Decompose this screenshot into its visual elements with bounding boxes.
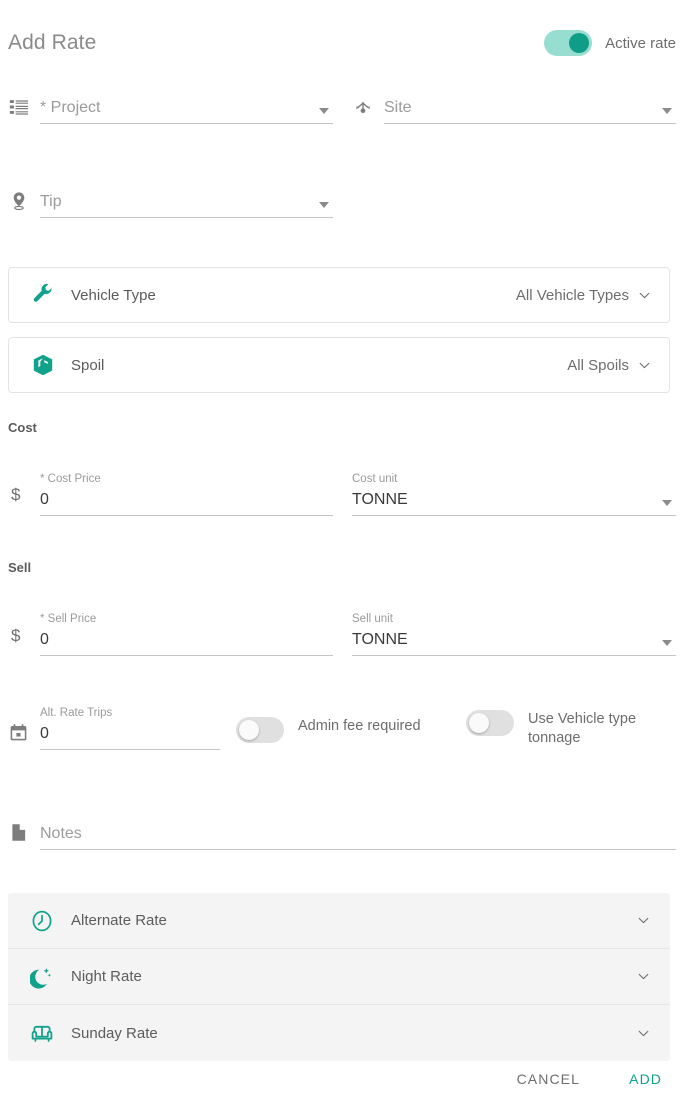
moon-star-icon [29, 965, 54, 989]
alt-rate-trips-input[interactable]: 0 [40, 722, 220, 746]
vehicle-type-value: All Vehicle Types [515, 286, 629, 304]
notes-field[interactable]: Notes [8, 810, 676, 850]
map-pin-icon [8, 190, 30, 212]
notes-label [40, 806, 676, 820]
accordion-night-rate[interactable]: Night Rate [8, 949, 670, 1005]
notes-input[interactable]: Notes [40, 822, 676, 846]
vehicle-type-label: Vehicle Type [71, 286, 156, 304]
sell-section-heading: Sell [8, 560, 32, 575]
add-button[interactable]: ADD [621, 1065, 670, 1093]
active-rate-toggle-group[interactable]: Active rate [544, 30, 676, 56]
notes-input-box[interactable]: Notes [40, 806, 676, 850]
project-label [40, 80, 333, 94]
site-network-icon [352, 96, 374, 118]
chevron-down-icon[interactable] [637, 970, 650, 983]
chevron-down-icon[interactable] [662, 500, 672, 506]
spoil-value: All Spoils [567, 356, 629, 374]
admin-fee-toggle-group[interactable]: Admin fee required [236, 717, 421, 743]
chevron-down-icon[interactable] [638, 289, 651, 302]
cost-unit-field[interactable]: Cost unit TONNE [320, 466, 676, 516]
wrench-icon [31, 283, 55, 307]
alt-rate-trips-input-box[interactable]: Alt. Rate Trips 0 [40, 706, 220, 750]
spoil-selector[interactable]: Spoil All Spoils [8, 337, 670, 393]
site-underline [384, 123, 676, 124]
spoil-label: Spoil [71, 356, 105, 374]
chevron-down-icon[interactable] [319, 108, 329, 114]
dialog-footer: CANCEL ADD [0, 1054, 684, 1106]
document-icon [8, 822, 30, 844]
sell-unit-field[interactable]: Sell unit TONNE [320, 606, 676, 656]
alt-rate-trips-underline [40, 749, 220, 750]
add-rate-dialog: Add Rate Active rate * Project Site Tip … [0, 0, 684, 1106]
toggle-knob [569, 33, 590, 53]
accordion-label: Alternate Rate [71, 912, 167, 929]
cost-unit-underline [352, 515, 676, 516]
accordion-label: Sunday Rate [71, 1024, 158, 1042]
project-input-box[interactable]: * Project [40, 80, 333, 124]
tip-input-box[interactable]: Tip [40, 174, 333, 218]
project-underline [40, 123, 333, 124]
project-input[interactable]: * Project [40, 96, 333, 120]
cost-unit-value[interactable]: TONNE [352, 488, 676, 512]
accordion-sunday-rate[interactable]: Sunday Rate [8, 1005, 670, 1061]
chevron-down-icon[interactable] [662, 108, 672, 114]
tip-underline [40, 217, 333, 218]
chevron-down-icon[interactable] [638, 359, 651, 372]
cube-icon [31, 353, 55, 377]
sell-price-field[interactable]: * Sell Price 0 [8, 606, 333, 656]
sell-unit-label: Sell unit [352, 613, 393, 625]
cost-price-input[interactable]: 0 [40, 488, 333, 512]
chevron-down-icon[interactable] [637, 914, 650, 927]
chevron-down-icon[interactable] [662, 640, 672, 646]
cost-section-heading: Cost [8, 420, 37, 435]
rate-accordion-list: Alternate Rate Night Rate Sunday Rate [8, 893, 670, 1061]
cost-price-field[interactable]: * Cost Price 0 [8, 466, 333, 516]
admin-fee-label: Admin fee required [298, 718, 421, 734]
chevron-down-icon[interactable] [319, 202, 329, 208]
sell-unit-underline [352, 655, 676, 656]
chevron-down-icon[interactable] [637, 1027, 650, 1040]
site-label [384, 80, 676, 94]
sell-unit-input-box[interactable]: Sell unit TONNE [352, 612, 676, 656]
sofa-icon [30, 1021, 54, 1045]
site-input[interactable]: Site [384, 96, 676, 120]
list-icon [8, 96, 30, 118]
vehicle-tonnage-toggle-group[interactable]: Use Vehicle type tonnage [466, 710, 658, 748]
cost-price-label: * Cost Price [40, 473, 101, 485]
active-rate-label: Active rate [605, 34, 676, 52]
active-rate-toggle[interactable] [544, 30, 593, 56]
clock-icon [30, 909, 54, 933]
cancel-button[interactable]: CANCEL [509, 1065, 588, 1093]
project-field[interactable]: * Project [8, 88, 333, 124]
sell-unit-value[interactable]: TONNE [352, 628, 676, 652]
notes-underline [40, 849, 676, 850]
accordion-label: Night Rate [71, 968, 142, 985]
tip-label [40, 174, 333, 188]
vehicle-tonnage-toggle[interactable] [466, 710, 514, 736]
alt-rate-trips-label: Alt. Rate Trips [40, 707, 113, 719]
tip-field[interactable]: Tip [8, 182, 333, 218]
sell-price-input[interactable]: 0 [40, 628, 333, 652]
dialog-header: Add Rate Active rate [0, 0, 684, 84]
vehicle-type-selector[interactable]: Vehicle Type All Vehicle Types [8, 267, 670, 323]
alt-rate-trips-field[interactable]: Alt. Rate Trips 0 [8, 700, 220, 750]
vehicle-tonnage-label: Use Vehicle type tonnage [528, 711, 637, 746]
calendar-icon [8, 722, 30, 744]
site-field[interactable]: Site [352, 88, 676, 124]
admin-fee-toggle[interactable] [236, 717, 284, 743]
sell-price-input-box[interactable]: * Sell Price 0 [40, 612, 333, 656]
accordion-alternate-rate[interactable]: Alternate Rate [8, 893, 670, 949]
site-input-box[interactable]: Site [384, 80, 676, 124]
page-title: Add Rate [8, 31, 97, 54]
cost-price-underline [40, 515, 333, 516]
tip-input[interactable]: Tip [40, 190, 333, 214]
cost-price-input-box[interactable]: * Cost Price 0 [40, 472, 333, 516]
cost-unit-label: Cost unit [352, 473, 398, 485]
sell-price-label: * Sell Price [40, 613, 97, 625]
toggle-knob [239, 720, 259, 740]
toggle-knob [469, 713, 489, 733]
sell-price-underline [40, 655, 333, 656]
cost-unit-input-box[interactable]: Cost unit TONNE [352, 472, 676, 516]
